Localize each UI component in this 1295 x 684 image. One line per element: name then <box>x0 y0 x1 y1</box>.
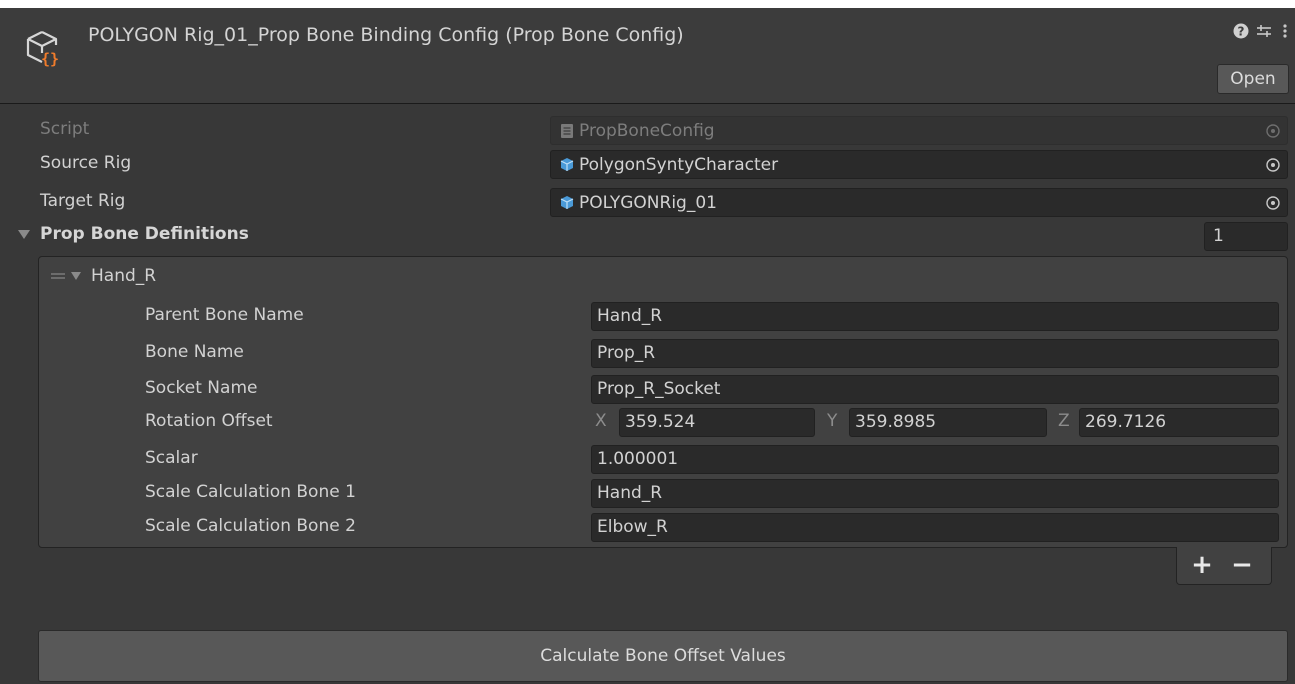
parent-bone-name-row: Parent Bone Name Hand_R <box>39 299 1289 333</box>
target-rig-label: Target Rig <box>40 191 126 211</box>
rotation-z-label[interactable]: Z <box>1058 411 1070 431</box>
element-title[interactable]: Hand_R <box>91 266 156 286</box>
source-rig-row: Source Rig PolygonSyntyCharacter <box>0 147 1295 181</box>
script-field: PropBoneConfig <box>550 116 1288 145</box>
object-picker-icon <box>1266 124 1280 138</box>
scriptable-object-icon: {} <box>26 31 59 68</box>
array-size-field[interactable]: 1 <box>1204 222 1288 251</box>
bone-name-label: Bone Name <box>145 342 244 362</box>
help-icon[interactable]: ? <box>1230 20 1252 42</box>
source-rig-field[interactable]: PolygonSyntyCharacter <box>550 150 1288 179</box>
rotation-z-input[interactable]: 269.7126 <box>1079 408 1279 437</box>
prefab-icon <box>560 158 574 171</box>
parent-bone-name-input[interactable]: Hand_R <box>591 302 1279 331</box>
target-rig-row: Target Rig POLYGONRig_01 <box>0 185 1295 219</box>
rotation-y-label[interactable]: Y <box>827 411 837 431</box>
script-row: Script PropBoneConfig <box>0 113 1295 147</box>
scale-bone-2-row: Scale Calculation Bone 2 Elbow_R <box>39 510 1289 544</box>
script-label: Script <box>40 119 90 139</box>
bone-name-input[interactable]: Prop_R <box>591 339 1279 368</box>
target-rig-field[interactable]: POLYGONRig_01 <box>550 188 1288 217</box>
target-rig-value: POLYGONRig_01 <box>579 193 717 213</box>
object-picker-icon[interactable] <box>1265 157 1281 173</box>
rotation-offset-row: Rotation Offset X 359.524 Y 359.8985 Z 2… <box>39 405 1289 439</box>
add-element-button[interactable]: + <box>1187 550 1217 580</box>
bone-name-row: Bone Name Prop_R <box>39 336 1289 370</box>
top-strip <box>0 0 1295 8</box>
svg-text:{}: {} <box>41 50 59 68</box>
element-foldout-arrow-icon[interactable] <box>71 272 81 280</box>
rotation-x-input[interactable]: 359.524 <box>619 408 815 437</box>
scale-bone-1-label: Scale Calculation Bone 1 <box>145 482 356 502</box>
foldout-arrow-icon[interactable] <box>18 230 30 239</box>
scale-bone-1-row: Scale Calculation Bone 1 Hand_R <box>39 476 1289 510</box>
rotation-offset-label: Rotation Offset <box>145 411 273 431</box>
prop-bone-definitions-label: Prop Bone Definitions <box>40 224 249 244</box>
drag-handle-icon[interactable] <box>51 273 65 279</box>
calculate-bone-offset-button[interactable]: Calculate Bone Offset Values <box>38 630 1288 682</box>
source-rig-label: Source Rig <box>40 153 132 173</box>
source-rig-value: PolygonSyntyCharacter <box>579 155 779 175</box>
inspector-header: {} POLYGON Rig_01_Prop Bone Binding Conf… <box>0 8 1295 104</box>
cs-script-icon <box>561 124 573 138</box>
prefab-icon <box>560 196 574 209</box>
script-value: PropBoneConfig <box>579 121 715 141</box>
rotation-x-label[interactable]: X <box>595 411 607 431</box>
scalar-row: Scalar 1.000001 <box>39 442 1289 476</box>
scalar-label: Scalar <box>145 448 198 468</box>
object-picker-icon[interactable] <box>1265 195 1281 211</box>
socket-name-label: Socket Name <box>145 378 258 398</box>
scale-bone-2-label: Scale Calculation Bone 2 <box>145 516 356 536</box>
inspector-title: POLYGON Rig_01_Prop Bone Binding Config … <box>88 24 684 46</box>
svg-text:?: ? <box>1238 25 1245 39</box>
rotation-y-input[interactable]: 359.8985 <box>849 408 1047 437</box>
parent-bone-name-label: Parent Bone Name <box>145 305 304 325</box>
kebab-menu-icon[interactable] <box>1274 20 1295 42</box>
scalar-input[interactable]: 1.000001 <box>591 445 1279 474</box>
socket-name-row: Socket Name Prop_R_Socket <box>39 372 1289 406</box>
prop-bone-definitions-header[interactable]: Prop Bone Definitions 1 <box>0 219 1295 253</box>
prop-bone-list: Hand_R Parent Bone Name Hand_R Bone Name… <box>38 256 1288 548</box>
open-button[interactable]: Open <box>1217 64 1289 94</box>
settings-sliders-icon[interactable] <box>1253 20 1275 42</box>
remove-element-button[interactable]: − <box>1227 550 1257 580</box>
scale-bone-1-input[interactable]: Hand_R <box>591 479 1279 508</box>
scale-bone-2-input[interactable]: Elbow_R <box>591 513 1279 542</box>
list-footer: + − <box>1176 547 1272 585</box>
socket-name-input[interactable]: Prop_R_Socket <box>591 375 1279 404</box>
